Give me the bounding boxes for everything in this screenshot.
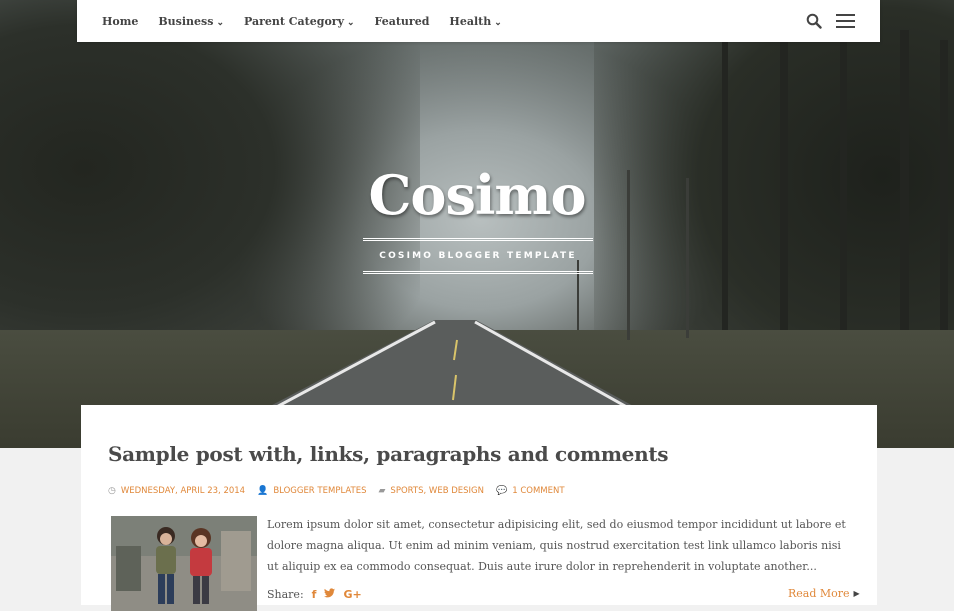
chevron-down-icon: ⌄ xyxy=(216,17,224,28)
chevron-down-icon: ⌄ xyxy=(494,17,502,28)
post-author[interactable]: 👤 BLOGGER TEMPLATES xyxy=(257,486,366,496)
nav-item-health[interactable]: Health ⌄ xyxy=(449,15,501,28)
post-comments-text: 1 COMMENT xyxy=(512,486,565,496)
nav-item-label: Health xyxy=(449,14,492,28)
main-navigation: Home Business ⌄ Parent Category ⌄ Featured… xyxy=(77,0,880,42)
hero-banner: Cosimo COSIMO BLOGGER TEMPLATE xyxy=(0,0,954,448)
nav-item-label: Featured xyxy=(374,14,430,28)
read-more-label: Read More xyxy=(788,587,850,600)
post-thumbnail[interactable] xyxy=(111,516,257,611)
post-comments[interactable]: 💬 1 COMMENT xyxy=(496,486,565,496)
site-title[interactable]: Cosimo xyxy=(0,163,954,227)
nav-item-featured[interactable]: Featured xyxy=(375,15,430,28)
post-date[interactable]: ◷ WEDNESDAY, APRIL 23, 2014 xyxy=(108,486,245,496)
tagline-frame: COSIMO BLOGGER TEMPLATE xyxy=(363,238,593,274)
user-icon: 👤 xyxy=(257,486,269,496)
folder-icon: ▰ xyxy=(378,486,386,496)
nav-item-label: Home xyxy=(102,14,139,28)
post-excerpt: Lorem ipsum dolor sit amet, consectetur … xyxy=(267,518,846,573)
share-bar: Share: f G+ xyxy=(267,588,362,601)
nav-item-label: Parent Category xyxy=(243,14,344,28)
post-thumbnail-image xyxy=(111,516,257,611)
post-title[interactable]: Sample post with, links, paragraphs and … xyxy=(108,442,669,466)
post-date-text: WEDNESDAY, APRIL 23, 2014 xyxy=(120,486,246,496)
chevron-down-icon: ⌄ xyxy=(346,17,355,28)
twitter-icon[interactable] xyxy=(324,588,336,601)
post-categories[interactable]: ▰ SPORTS, WEB DESIGN xyxy=(379,486,484,496)
nav-item-business[interactable]: Business ⌄ xyxy=(158,15,224,28)
facebook-icon[interactable]: f xyxy=(312,588,317,601)
post-categories-text: SPORTS, WEB DESIGN xyxy=(390,486,484,496)
site-tagline: COSIMO BLOGGER TEMPLATE xyxy=(379,251,577,261)
nav-item-home[interactable]: Home xyxy=(102,15,138,28)
hamburger-icon[interactable] xyxy=(836,14,855,28)
read-more-link[interactable]: Read More ▶ xyxy=(788,587,860,600)
clock-icon: ◷ xyxy=(108,486,116,496)
twitter-icon-glyph xyxy=(324,588,336,598)
nav-item-label: Business xyxy=(158,14,214,28)
search-icon[interactable] xyxy=(806,13,822,29)
share-label: Share: xyxy=(267,588,304,601)
comments-icon: 💬 xyxy=(495,486,508,496)
post-card: Sample post with, links, paragraphs and … xyxy=(81,405,877,611)
post-meta: ◷ WEDNESDAY, APRIL 23, 2014 👤 BLOGGER TE… xyxy=(108,486,577,496)
post-author-text: BLOGGER TEMPLATES xyxy=(273,486,367,496)
nav-item-parent-category[interactable]: Parent Category ⌄ xyxy=(244,15,355,28)
google-plus-icon[interactable]: G+ xyxy=(343,588,361,601)
caret-right-icon: ▶ xyxy=(853,589,860,598)
